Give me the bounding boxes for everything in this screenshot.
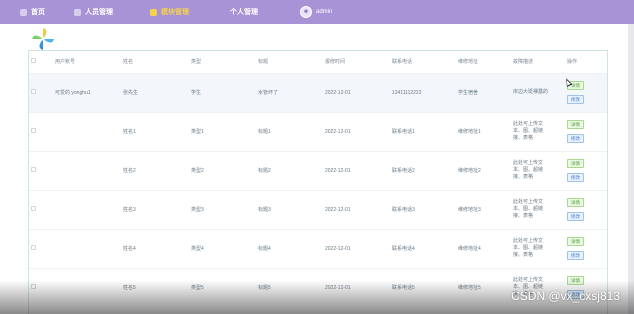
nav-label: 人员管理 — [85, 9, 113, 16]
edit-button[interactable]: 修改 — [567, 134, 584, 143]
cell-address: 学生宿舍 — [456, 72, 511, 112]
table-row[interactable]: 姓名3 类型3 标题3 2022-12-01 联系电话3 维修地址3 此处可上传文本、图、超… — [29, 189, 607, 229]
nav-label: 首页 — [31, 9, 45, 16]
cell-name: 张先生 — [121, 72, 189, 112]
cell-name: 姓名4 — [121, 228, 189, 268]
cell-type: 类型1 — [189, 111, 256, 151]
cell-name: 姓名3 — [121, 189, 189, 229]
row-checkbox[interactable] — [31, 245, 36, 250]
page: 首页 人员管理 模块管理 个人管理 ☻ admin 用户账号 姓名 类型 标题 … — [0, 0, 634, 314]
row-checkbox[interactable] — [31, 206, 36, 211]
cell-desc: 此处可上传文本、图、超链接、表格 — [513, 121, 544, 141]
cell-name: 姓名1 — [121, 111, 189, 151]
edit-button[interactable]: 修改 — [567, 212, 584, 221]
nav-item-users[interactable]: 人员管理 — [74, 0, 113, 24]
cell-date: 2022-12-01 — [323, 228, 390, 268]
cell-address: 维修地址3 — [456, 189, 511, 229]
col-header-account[interactable]: 用户账号 — [53, 51, 121, 73]
col-header-date[interactable]: 报修时间 — [323, 51, 390, 73]
cell-title: 水管坏了 — [256, 72, 323, 112]
edit-button[interactable]: 修改 — [567, 95, 584, 104]
cell-title: 标题1 — [256, 111, 323, 151]
cell-account — [53, 150, 121, 190]
home-icon — [20, 8, 27, 16]
cell-title: 标题4 — [256, 228, 323, 268]
module-icon — [150, 8, 157, 16]
table-row[interactable]: 姓名1 类型1 标题1 2022-12-01 联系电话1 维修地址1 此处可上传文本、图、超… — [29, 111, 607, 151]
col-header-phone[interactable]: 联系电话 — [390, 51, 456, 73]
cell-type: 类型2 — [189, 150, 256, 190]
cell-desc: 此处可上传文本、图、超链接、表格 — [513, 199, 544, 219]
cell-desc: 此处可上传文本、图、超链接、表格 — [513, 160, 544, 180]
select-all-checkbox[interactable] — [31, 58, 36, 64]
detail-button[interactable]: 详情 — [567, 120, 584, 129]
cell-phone: 13411112222 — [390, 72, 456, 112]
admin-name: admin — [316, 9, 333, 15]
nav-item-home[interactable]: 首页 — [20, 0, 45, 24]
cell-title: 标题2 — [256, 150, 323, 190]
users-icon — [74, 8, 81, 16]
table-row[interactable]: 姓名4 类型4 标题4 2022-12-01 联系电话4 维修地址4 此处可上传文本、图、超… — [29, 228, 607, 268]
cell-desc: 床边大斑裸露的 — [513, 89, 549, 95]
cell-date: 2022-12-01 — [323, 72, 390, 112]
cell-date: 2022-12-01 — [323, 111, 390, 151]
cell-account — [53, 228, 121, 268]
col-header-type[interactable]: 类型 — [189, 51, 256, 73]
cell-address: 维修地址2 — [456, 150, 511, 190]
row-checkbox[interactable] — [31, 167, 36, 172]
cell-date: 2022-12-01 — [323, 150, 390, 190]
cell-address: 维修地址4 — [456, 228, 511, 268]
detail-button[interactable]: 详情 — [567, 237, 584, 246]
cell-address: 维修地址1 — [456, 111, 511, 151]
cell-type: 学生 — [189, 72, 256, 112]
nav-label: 个人管理 — [230, 9, 258, 16]
edit-button[interactable]: 修改 — [567, 173, 584, 182]
cell-type: 类型4 — [189, 228, 256, 268]
pinwheel-logo-icon — [32, 28, 54, 50]
table-row[interactable]: 姓名2 类型2 标题2 2022-12-01 联系电话2 维修地址2 此处可上传文本、图、超… — [29, 150, 607, 190]
table-header: 用户账号 姓名 类型 标题 报修时间 联系电话 维修地址 故障描述 操作 — [29, 51, 607, 73]
cell-type: 类型3 — [189, 189, 256, 229]
scrollbar-track[interactable] — [628, 24, 634, 314]
cell-phone: 联系电话2 — [390, 150, 456, 190]
cell-phone: 联系电话1 — [390, 111, 456, 151]
cell-desc: 此处可上传文本、图、超链接、表格 — [513, 238, 544, 258]
col-header-address[interactable]: 维修地址 — [456, 51, 511, 73]
cell-phone: 联系电话4 — [390, 228, 456, 268]
cell-account — [53, 111, 121, 151]
nav-item-personal[interactable]: 个人管理 — [230, 0, 258, 24]
nav-label: 模块管理 — [161, 9, 189, 16]
repair-table: 用户账号 姓名 类型 标题 报修时间 联系电话 维修地址 故障描述 操作 可爱的… — [28, 50, 608, 314]
cell-phone: 联系电话3 — [390, 189, 456, 229]
cell-title: 标题3 — [256, 189, 323, 229]
col-header-name[interactable]: 姓名 — [121, 51, 189, 73]
cell-name: 姓名2 — [121, 150, 189, 190]
col-header-actions: 操作 — [567, 59, 578, 66]
row-checkbox[interactable] — [31, 128, 36, 133]
row-checkbox[interactable] — [31, 89, 36, 94]
top-navigation: 首页 人员管理 模块管理 个人管理 ☻ admin — [0, 0, 634, 24]
cell-account: 可爱的 yonghu1 — [53, 72, 121, 112]
col-header-desc[interactable]: 故障描述 — [511, 51, 565, 73]
detail-button[interactable]: 详情 — [567, 198, 584, 207]
edit-button[interactable]: 修改 — [567, 251, 584, 260]
cell-account — [53, 189, 121, 229]
nav-user-menu[interactable]: ☻ admin — [300, 0, 332, 24]
col-header-title[interactable]: 标题 — [256, 51, 323, 73]
cell-date: 2022-12-01 — [323, 189, 390, 229]
detail-button[interactable]: 详情 — [567, 159, 584, 168]
avatar-icon: ☻ — [300, 6, 312, 18]
nav-item-modules[interactable]: 模块管理 — [150, 0, 189, 24]
table-row[interactable]: 可爱的 yonghu1 张先生 学生 水管坏了 2022-12-01 1341111222… — [29, 72, 607, 112]
watermark: CSDN @vx_cxsj813 — [511, 289, 620, 303]
